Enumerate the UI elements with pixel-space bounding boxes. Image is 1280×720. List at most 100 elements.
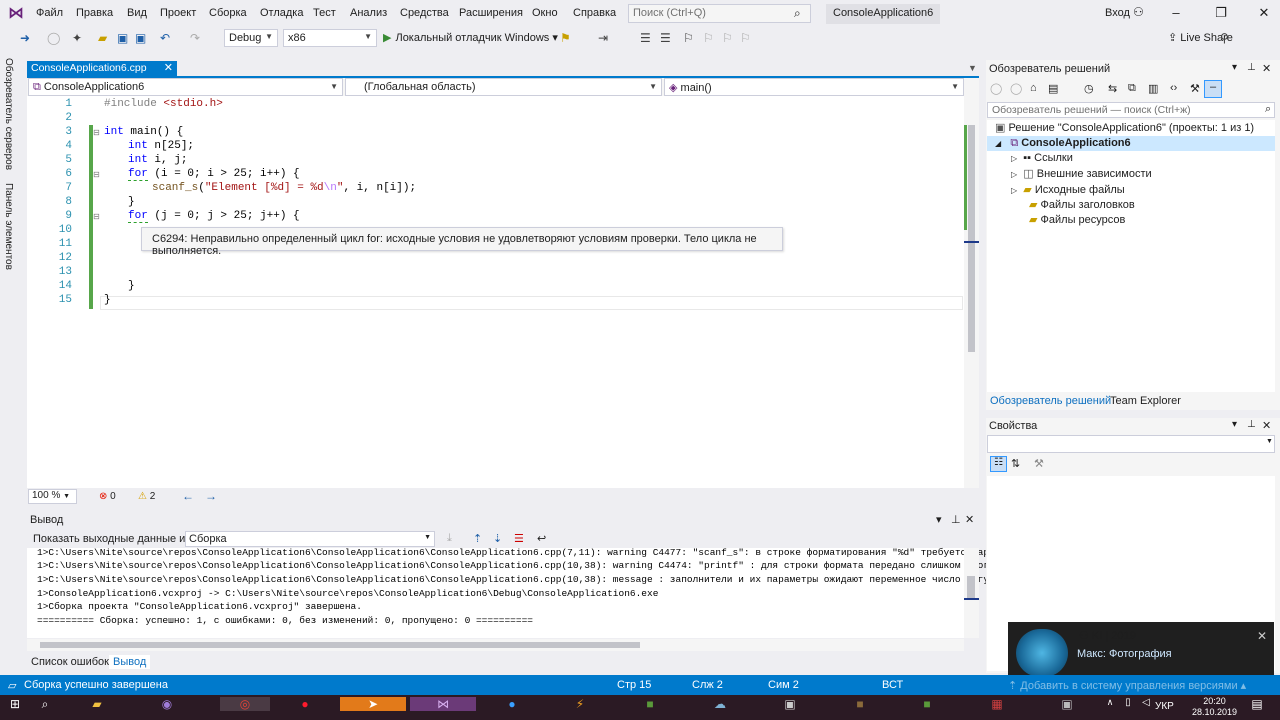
app-icon[interactable]: ⚡ [565,697,595,711]
code-line[interactable]: } [128,196,135,208]
pending-changes-icon[interactable]: ◷ [1084,82,1094,95]
tab-output[interactable]: Вывод [109,655,151,669]
close-tab-icon[interactable]: ✕ [164,61,173,74]
code-line[interactable]: for (j = 0; j > 25; j++) { [128,210,300,223]
output-scrollbar[interactable] [964,548,979,638]
member-nav-select[interactable]: ◈ main() ▼ [664,78,964,96]
scope-nav-select[interactable]: (Глобальная область) ▼ [345,78,662,96]
code-line[interactable]: int n[25]; [128,140,194,152]
opera-icon[interactable]: ● [290,697,320,711]
save-icon[interactable]: ▣ [117,31,128,45]
menu-window[interactable]: Окно [532,7,558,19]
categorized-icon[interactable]: ☷ [990,456,1007,472]
menu-debug[interactable]: Отладка [260,7,303,19]
start-debugging-button[interactable]: ▶ Локальный отладчик Windows ▾ [383,31,558,44]
property-pages-icon[interactable]: ⚒ [1034,457,1044,470]
diagnostics-icon[interactable]: ⚑ [560,31,571,45]
properties-icon[interactable]: ⚒ [1190,82,1200,95]
visual-studio-logo-icon[interactable]: ⋈ [8,6,26,22]
view-code-icon[interactable]: ‹› [1170,82,1177,94]
input-language[interactable]: УКР [1155,701,1174,712]
menu-tools[interactable]: Средства [400,7,449,19]
collapse-all-icon[interactable]: ⧉ [1128,82,1136,95]
feedback-icon[interactable]: ⚲ [1220,31,1229,45]
tree-node-sources[interactable]: ▷ ▰ Исходные файлы [1011,183,1125,198]
fold-icon[interactable]: ⊟ [93,128,100,137]
tab-team-explorer[interactable]: Team Explorer [1110,395,1181,407]
output-horizontal-thumb[interactable] [40,642,640,648]
navigate-forward-icon[interactable]: → [205,489,217,503]
close-icon[interactable]: ✕ [1254,5,1274,21]
close-pane-icon[interactable]: ✕ [965,513,974,526]
word-wrap-icon[interactable]: ↩ [537,532,546,545]
find-message-icon[interactable]: ⤓ [447,532,452,545]
switch-view-icon[interactable]: ▤ [1048,82,1058,95]
prev-message-icon[interactable]: ⇡ [473,532,482,545]
next-bookmark-icon[interactable]: ⚐ [722,31,733,45]
tab-solution-explorer[interactable]: Обозреватель решений [990,395,1111,407]
pin-icon[interactable]: ⊥ [1247,62,1256,73]
new-project-icon[interactable]: ✦ [72,31,82,45]
app-icon[interactable]: ■ [912,697,942,711]
app-icon[interactable]: ● [497,697,527,711]
forward-icon[interactable]: ◯ [1010,82,1022,95]
sync-icon[interactable]: ⇆ [1108,82,1117,95]
code-line[interactable]: scanf_s("Element [%d] = %d\n", i, n[i]); [152,182,416,194]
undo-icon[interactable]: ↶ [160,31,170,45]
toolbox-tab[interactable]: Панель элементов [3,183,14,270]
search-input[interactable]: Поиск (Ctrl+Q) [628,4,811,23]
clock[interactable]: 20:20 28.10.2019 [1192,696,1237,718]
configuration-select[interactable]: Debug ▼ [224,29,278,47]
home-icon[interactable]: ⌂ [1030,82,1037,94]
minecraft-icon[interactable]: ■ [635,697,665,711]
solution-search-input[interactable]: Обозреватель решений — поиск (Ctrl+ж) [987,102,1275,118]
app-icon[interactable]: ▣ [775,697,805,711]
close-icon[interactable]: ✕ [1257,629,1267,643]
app-icon[interactable]: ■ [845,697,875,711]
document-tab[interactable]: ConsoleApplication6.cpp ✕ [27,61,177,76]
prev-bookmark-icon[interactable]: ⚐ [703,31,714,45]
alphabetical-icon[interactable]: ⇅ [1011,457,1020,470]
search-icon[interactable]: ⌕ [30,697,60,712]
chrome-icon[interactable]: ◎ [220,697,270,711]
sign-in-link[interactable]: Вход [1105,7,1130,19]
menu-project[interactable]: Проект [160,7,196,19]
back-icon[interactable]: ◯ [990,82,1002,95]
action-center-icon[interactable]: ▤ [1242,697,1272,711]
search-icon[interactable]: ⌕ [1265,103,1271,116]
comment-icon[interactable]: ☰ [640,31,651,45]
code-line[interactable]: int main() { [104,126,183,138]
menu-extensions[interactable]: Расширения [459,7,523,19]
menu-help[interactable]: Справка [573,7,616,19]
output-scrollbar-thumb[interactable] [967,576,975,598]
pane-menu-icon[interactable]: ▾ [1232,62,1237,73]
forward-icon[interactable]: ◯ [47,31,60,45]
menu-test[interactable]: Тест [313,7,336,19]
open-folder-icon[interactable]: ▰ [98,31,107,45]
start-icon[interactable]: ⊞ [0,697,30,711]
preview-selected-icon[interactable]: – [1204,80,1222,98]
clear-bookmarks-icon[interactable]: ⚐ [740,31,751,45]
project-nav-select[interactable]: ⧉ ConsoleApplication6 ▼ [28,78,343,96]
tab-list-icon[interactable]: ▼ [968,63,977,73]
user-icon[interactable]: ⚇ [1133,5,1144,19]
menu-analyze[interactable]: Анализ [350,7,387,19]
bookmark-icon[interactable]: ⚐ [683,31,694,45]
fold-icon[interactable]: ⊟ [93,170,100,179]
tree-project-node[interactable]: ◢ ⧉ ConsoleApplication6 [995,137,1131,152]
tree-node-resources[interactable]: ▰ Файлы ресурсов [1029,213,1125,228]
tree-solution-node[interactable]: ▣ Решение "ConsoleApplication6" (проекты… [995,121,1254,136]
close-pane-icon[interactable]: ✕ [1262,419,1271,432]
save-all-icon[interactable]: ▣ [135,31,146,45]
tab-error-list[interactable]: Список ошибок [27,655,113,669]
code-line[interactable]: } [128,280,135,292]
tree-node-references[interactable]: ▷ ▪▪ Ссылки [1011,152,1073,167]
close-pane-icon[interactable]: ✕ [1262,62,1271,75]
app-icon[interactable]: ▣ [1052,697,1082,711]
code-line[interactable]: int i, j; [128,154,187,166]
code-line[interactable]: } [104,294,111,306]
file-explorer-icon[interactable]: ▰ [82,697,112,711]
source-control-button[interactable]: ⇡ Добавить в систему управления версиями… [1008,679,1246,692]
telegram-icon[interactable]: ➤ [340,697,406,711]
server-explorer-tab[interactable]: Обозреватель серверов [3,58,14,170]
